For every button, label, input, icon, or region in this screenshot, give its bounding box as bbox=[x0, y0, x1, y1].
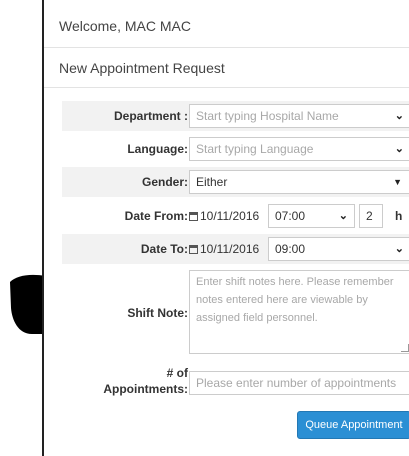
appointments-label: # of Appointments: bbox=[103, 366, 188, 396]
shift-note-label: Shift Note: bbox=[127, 306, 188, 320]
gender-label: Gender: bbox=[141, 175, 188, 189]
shift-note-row: Shift Note: Enter shift notes here. Plea… bbox=[62, 270, 409, 356]
gender-row: Gender: Either ▼ bbox=[62, 167, 409, 197]
date-from-date[interactable]: 10/11/2016 bbox=[189, 204, 259, 228]
welcome-header: Welcome, MAC MAC bbox=[44, 0, 409, 48]
language-label: Language: bbox=[127, 142, 188, 156]
date-from-row: Date From: 10/11/2016 07:00 ⌄ 2 h bbox=[62, 201, 409, 231]
date-to-date[interactable]: 10/11/2016 bbox=[189, 237, 259, 261]
date-to-row: Date To: 10/11/2016 09:00 ⌄ bbox=[62, 234, 409, 264]
department-select[interactable]: Start typing Hospital Name ⌄ bbox=[189, 104, 409, 128]
date-to-time-select[interactable]: 09:00 ⌄ bbox=[268, 237, 409, 261]
shift-note-textarea[interactable]: Enter shift notes here. Please remember … bbox=[189, 270, 409, 354]
duration-hours-input[interactable]: 2 bbox=[359, 204, 383, 228]
date-to-label: Date To: bbox=[140, 242, 188, 256]
caret-down-icon: ▼ bbox=[393, 177, 402, 187]
page-title: New Appointment Request bbox=[44, 48, 409, 88]
chevron-down-icon: ⌄ bbox=[394, 243, 404, 255]
appointment-panel: Welcome, MAC MAC New Appointment Request… bbox=[42, 0, 409, 456]
date-from-label: Date From: bbox=[124, 209, 188, 223]
resize-handle[interactable] bbox=[401, 344, 409, 352]
hours-unit: h bbox=[395, 209, 403, 223]
language-select[interactable]: Start typing Language ⌄ bbox=[189, 137, 409, 161]
calendar-icon bbox=[189, 245, 198, 254]
language-row: Language: Start typing Language ⌄ bbox=[62, 134, 409, 164]
department-row: Department : Start typing Hospital Name … bbox=[62, 101, 409, 131]
gender-select[interactable]: Either ▼ bbox=[189, 170, 409, 194]
department-label: Department : bbox=[113, 109, 188, 123]
date-from-time-select[interactable]: 07:00 ⌄ bbox=[268, 204, 355, 228]
appointments-row: # of Appointments: Please enter number o… bbox=[62, 363, 409, 403]
calendar-icon bbox=[189, 212, 198, 221]
chevron-down-icon: ⌄ bbox=[394, 110, 404, 122]
chevron-down-icon: ⌄ bbox=[394, 143, 404, 155]
queue-appointment-button[interactable]: Queue Appointment bbox=[297, 411, 409, 439]
chevron-down-icon: ⌄ bbox=[338, 210, 348, 222]
appointments-input[interactable]: Please enter number of appointments bbox=[189, 371, 409, 395]
